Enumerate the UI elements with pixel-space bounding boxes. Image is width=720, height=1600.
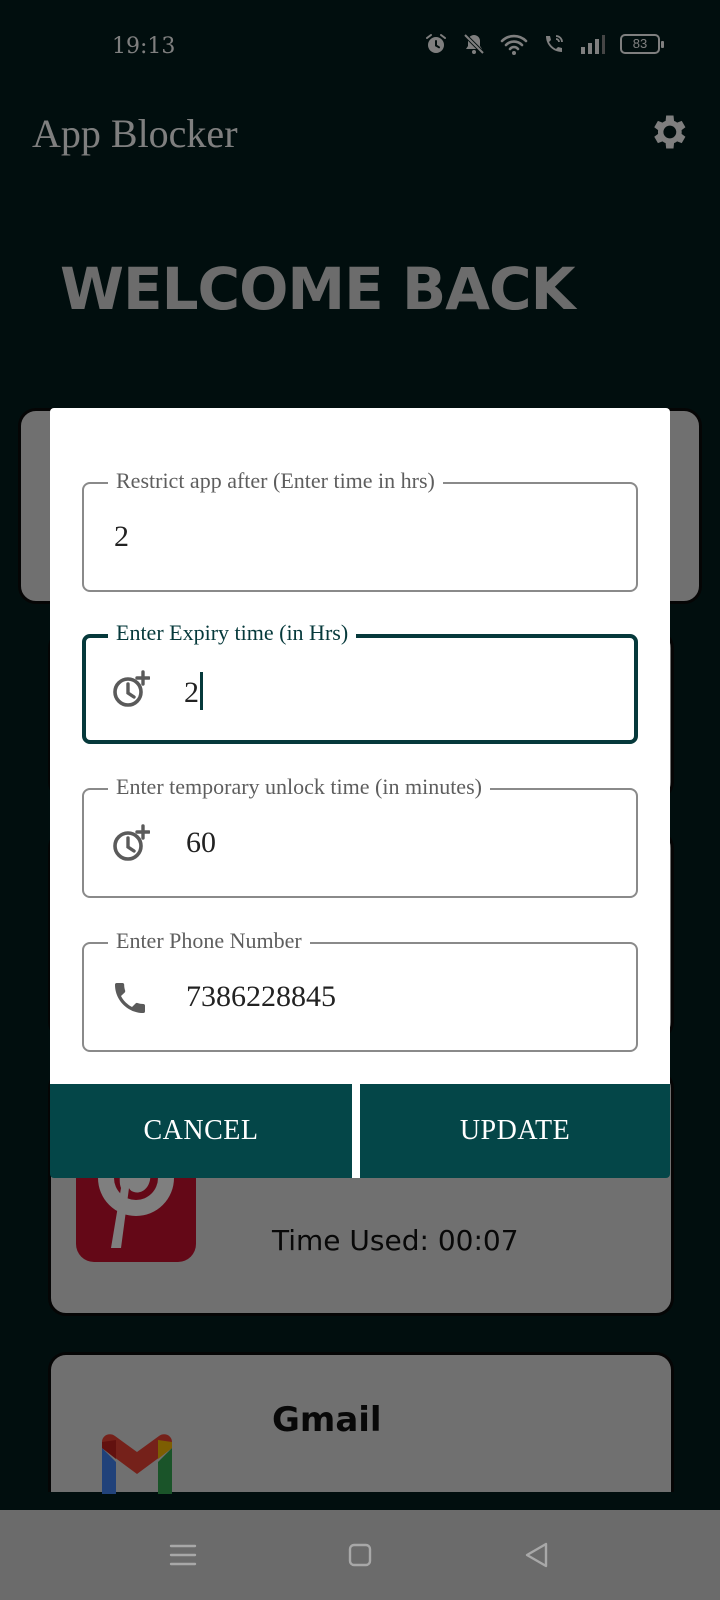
field-value[interactable]: 2 — [114, 520, 129, 554]
alarm-add-icon — [113, 670, 150, 707]
expiry-time-field[interactable]: Enter Expiry time (in Hrs) 2 — [82, 620, 638, 744]
field-value-text: 2 — [184, 676, 199, 709]
phone-number-field[interactable]: Enter Phone Number 7386228845 — [82, 928, 638, 1052]
field-label: Enter Expiry time (in Hrs) — [108, 620, 357, 646]
button-divider — [352, 1084, 360, 1178]
dialog-body: Restrict app after (Enter time in hrs) 2… — [50, 408, 670, 1084]
field-label: Restrict app after (Enter time in hrs) — [108, 468, 443, 494]
back-icon[interactable] — [520, 1538, 554, 1572]
field-label: Enter temporary unlock time (in minutes) — [108, 774, 490, 800]
alarm-add-icon — [113, 824, 150, 861]
cancel-button[interactable]: CANCEL — [50, 1084, 352, 1178]
home-icon[interactable] — [343, 1538, 377, 1572]
unlock-time-field[interactable]: Enter temporary unlock time (in minutes)… — [82, 774, 638, 898]
field-value[interactable]: 60 — [186, 826, 216, 860]
settings-dialog: Restrict app after (Enter time in hrs) 2… — [50, 408, 670, 1178]
restrict-time-field[interactable]: Restrict app after (Enter time in hrs) 2 — [82, 468, 638, 592]
field-value[interactable]: 2 — [184, 672, 203, 710]
menu-icon[interactable] — [166, 1538, 200, 1572]
phone-icon — [115, 983, 145, 1013]
field-value[interactable]: 7386228845 — [186, 980, 336, 1014]
text-cursor — [200, 672, 203, 710]
navigation-bar — [0, 1510, 720, 1600]
update-button[interactable]: UPDATE — [360, 1084, 670, 1178]
field-label: Enter Phone Number — [108, 928, 310, 954]
